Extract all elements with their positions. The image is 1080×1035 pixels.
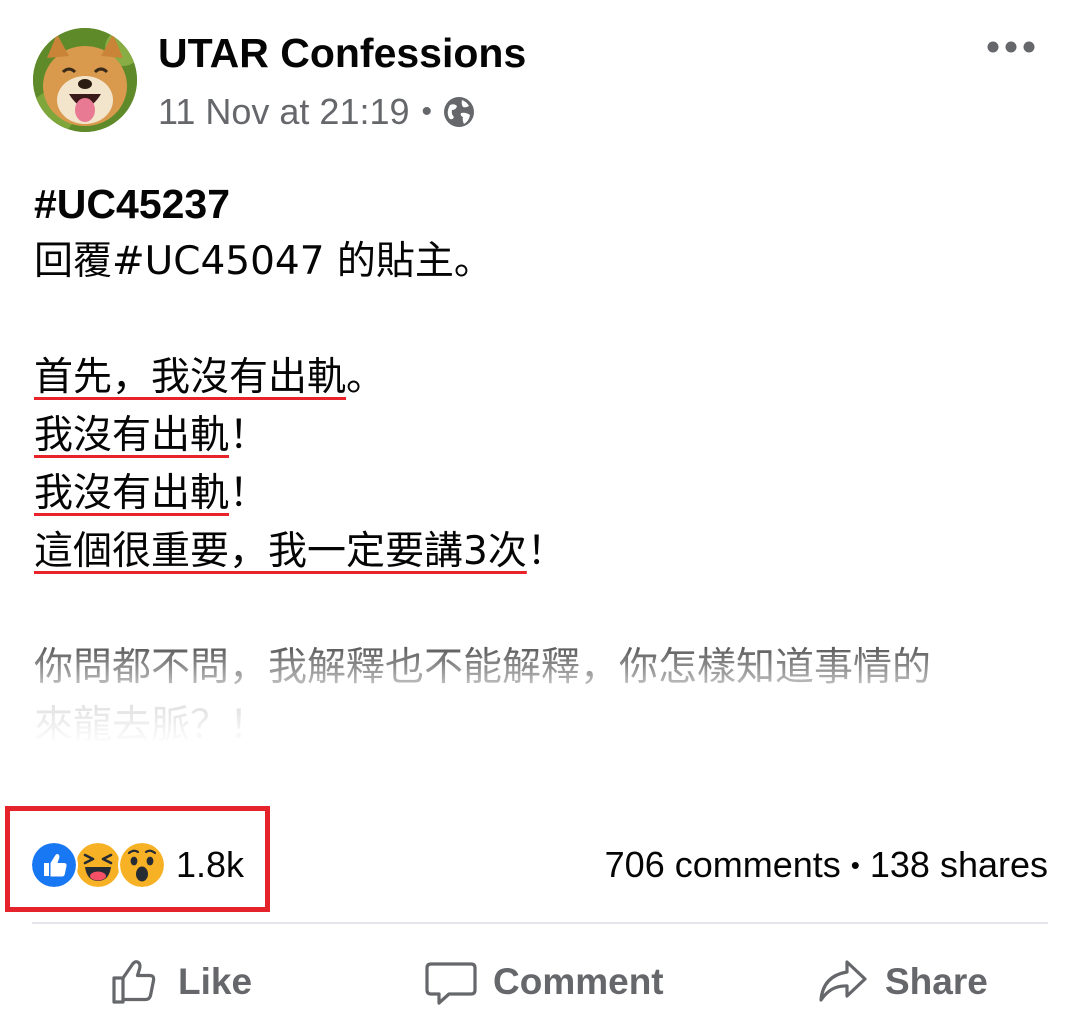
post-line-faded: 來龍去脈？！ [34,703,269,748]
reaction-count[interactable]: 1.8k [176,844,244,886]
like-reaction-icon [30,841,78,889]
page-name[interactable]: UTAR Confessions [158,27,526,79]
comment-label: Comment [493,961,664,1002]
like-label: Like [178,961,253,1002]
wow-reaction-icon [118,841,166,889]
line-ending: 。 [346,355,386,400]
page-avatar[interactable] [33,28,137,132]
post-timestamp[interactable]: 11 Nov at 21:19 [158,91,410,133]
speech-bubble-icon [425,962,477,1005]
post-line-faded: 你問都不問，我解釋也不能解釋，你怎樣知道事情的 [34,645,932,690]
reactions-summary[interactable]: 1.8k [30,841,244,889]
shiba-dog-avatar-image [33,28,137,132]
globe-icon[interactable] [442,95,476,129]
post-line: 我沒有出軌！ [34,407,1054,465]
share-arrow-icon [819,960,867,1002]
underlined-text: 這個很重要，我一定要講3次 [34,529,527,574]
line-ending: ！ [526,529,566,574]
meta-separator: • [421,95,433,128]
thumbs-up-icon [112,960,156,1004]
haha-reaction-icon [74,841,122,889]
post-hashtag[interactable]: #UC45237 [34,175,1054,233]
post-stats: 706 comments • 138 shares [605,842,1048,888]
post-line: 首先，我沒有出軌。 [34,349,1054,407]
underlined-text: 我沒有出軌 [34,413,230,458]
like-button[interactable]: Like [108,950,252,1014]
post-line: 這個很重要，我一定要講3次！ [34,523,1054,581]
post-line: 回覆#UC45047 的貼主。 [34,239,493,284]
line-ending: ！ [229,413,269,458]
underlined-text: 首先，我沒有出軌 [34,355,347,400]
divider [32,922,1048,924]
line-ending: ！ [229,471,269,516]
more-options-icon[interactable] [984,30,1038,64]
comment-button[interactable]: Comment [423,950,664,1014]
underlined-text: 我沒有出軌 [34,471,230,516]
post-body: #UC45237 回覆#UC45047 的貼主。 首先，我沒有出軌。 我沒有出軌… [34,175,1054,765]
post-line: 我沒有出軌！ [34,465,1054,523]
post-meta: 11 Nov at 21:19 • [158,88,476,136]
share-label: Share [885,961,988,1002]
comments-count[interactable]: 706 comments [605,844,841,886]
stats-separator: • [850,849,860,880]
share-button[interactable]: Share [815,950,988,1014]
shares-count[interactable]: 138 shares [870,844,1048,886]
